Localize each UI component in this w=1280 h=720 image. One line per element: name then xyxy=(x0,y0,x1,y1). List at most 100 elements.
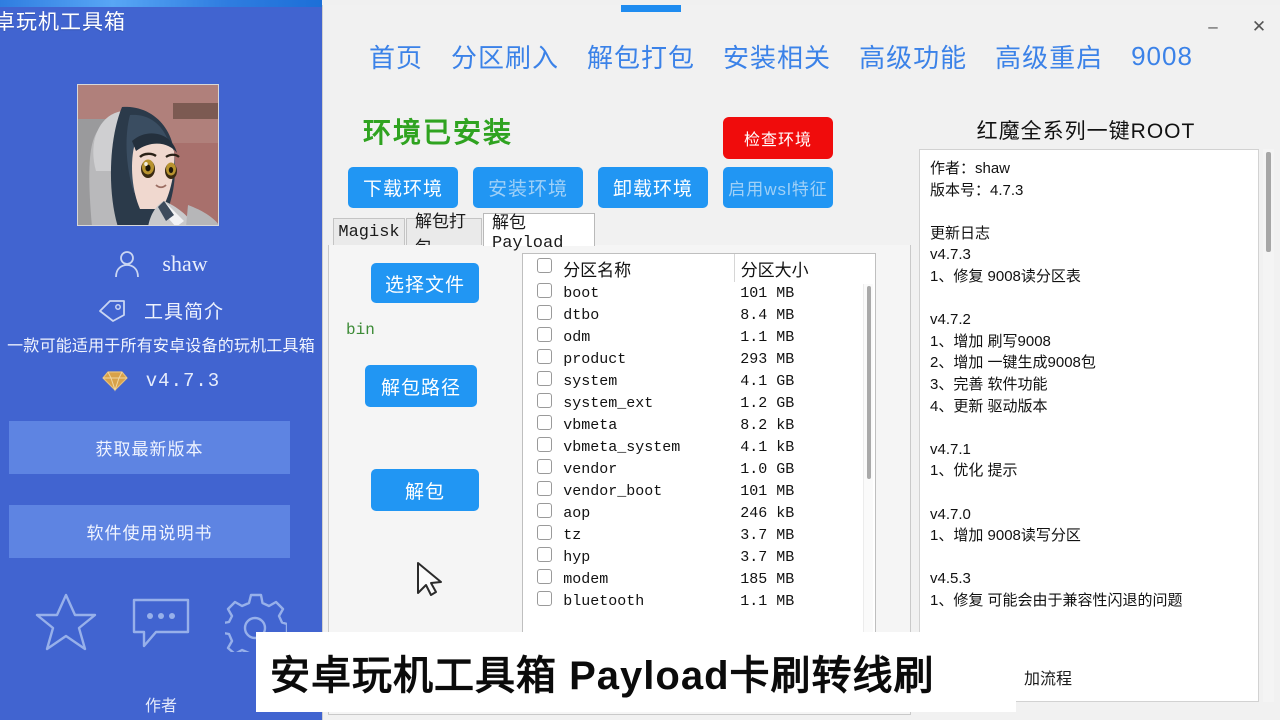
row-checkbox-cell xyxy=(523,304,557,326)
table-row[interactable]: system_ext 1.2 GB xyxy=(523,392,875,414)
table-row[interactable]: vendor 1.0 GB xyxy=(523,458,875,480)
background-partial-text: 加流程 xyxy=(1024,671,1073,688)
partition-name-cell: hyp xyxy=(563,548,591,566)
partition-name-cell: tz xyxy=(563,526,582,544)
partition-size-cell: 185 MB xyxy=(740,570,795,588)
partition-checkbox[interactable] xyxy=(537,547,552,562)
tab-bar: Magisk 解包打包 解包Payload xyxy=(328,213,911,259)
row-checkbox-cell xyxy=(523,348,557,370)
partition-checkbox[interactable] xyxy=(537,371,552,386)
unpack-button[interactable]: 解包 xyxy=(371,469,479,511)
row-checkbox-cell xyxy=(523,568,557,590)
select-all-checkbox[interactable] xyxy=(537,258,552,273)
selected-file-label: bin xyxy=(346,321,375,339)
partition-table-scroll-thumb[interactable] xyxy=(867,286,871,479)
partition-checkbox[interactable] xyxy=(537,327,552,342)
partition-name-cell: vbmeta_system xyxy=(563,438,681,456)
chat-icon[interactable] xyxy=(130,594,192,650)
partition-checkbox[interactable] xyxy=(537,569,552,584)
sidebar-version-label: v4.7.3 xyxy=(145,370,221,392)
partition-checkbox[interactable] xyxy=(537,459,552,474)
info-panel: 红魔全系列一键ROOT 作者：shaw 版本号：4.7.3 更新日志 v4.7.… xyxy=(911,87,1280,720)
install-environment-button: 安装环境 xyxy=(473,167,583,208)
row-checkbox-cell xyxy=(523,524,557,546)
nav-item-9008[interactable]: 9008 xyxy=(1117,41,1207,72)
get-latest-version-button[interactable]: 获取最新版本 xyxy=(9,421,290,474)
table-row[interactable]: hyp 3.7 MB xyxy=(523,546,875,568)
check-environment-button[interactable]: 检查环境 xyxy=(723,117,833,159)
partition-size-cell: 101 MB xyxy=(740,482,795,500)
row-checkbox-cell xyxy=(523,392,557,414)
table-row[interactable]: boot 101 MB xyxy=(523,282,875,304)
changelog-scroll-thumb[interactable] xyxy=(1266,152,1271,252)
partition-size-cell: 8.4 MB xyxy=(740,306,795,324)
partition-checkbox[interactable] xyxy=(537,283,552,298)
sidebar-user: shaw xyxy=(0,250,322,278)
partition-table-body: boot 101 MB dtbo 8.4 MB odm 1.1 MB product 293 … xyxy=(523,282,875,612)
partition-checkbox[interactable] xyxy=(537,305,552,320)
partition-size-cell: 1.1 MB xyxy=(740,328,795,346)
table-row[interactable]: vbmeta_system 4.1 kB xyxy=(523,436,875,458)
tab-unpack-pack[interactable]: 解包打包 xyxy=(406,214,482,259)
nav-item-install[interactable]: 安装相关 xyxy=(709,38,845,75)
tab-magisk[interactable]: Magisk xyxy=(333,218,405,246)
select-all-cell xyxy=(523,254,557,282)
partition-checkbox[interactable] xyxy=(537,503,552,518)
partition-name-cell: modem xyxy=(563,570,609,588)
select-file-button[interactable]: 选择文件 xyxy=(371,263,479,303)
table-row[interactable]: product 293 MB xyxy=(523,348,875,370)
partition-checkbox[interactable] xyxy=(537,481,552,496)
partition-name-cell: system xyxy=(563,372,618,390)
partition-checkbox[interactable] xyxy=(537,437,552,452)
nav-item-advanced-reboot[interactable]: 高级重启 xyxy=(981,38,1117,75)
nav-item-flash-partition[interactable]: 分区刷入 xyxy=(437,38,573,75)
star-icon[interactable] xyxy=(35,592,97,652)
environment-status-text: 环境已安装 xyxy=(363,117,514,148)
partition-size-cell: 4.1 GB xyxy=(740,372,795,390)
main-window: – ✕ 首页 分区刷入 解包打包 安装相关 高级功能 高级重启 9008 环境已… xyxy=(322,5,1280,720)
table-row[interactable]: odm 1.1 MB xyxy=(523,326,875,348)
avatar xyxy=(77,84,219,226)
changelog-text: 作者：shaw 版本号：4.7.3 更新日志 v4.7.3 1、修复 9008读… xyxy=(919,149,1259,702)
nav-item-home[interactable]: 首页 xyxy=(355,38,437,75)
partition-size-cell: 1.0 GB xyxy=(740,460,795,478)
table-row[interactable]: system 4.1 GB xyxy=(523,370,875,392)
caption-text: 安卓玩机工具箱 Payload卡刷转线刷 xyxy=(270,654,935,698)
user-icon xyxy=(115,251,140,278)
partition-checkbox[interactable] xyxy=(537,525,552,540)
partition-name-cell: odm xyxy=(563,328,591,346)
uninstall-environment-button[interactable]: 卸载环境 xyxy=(598,167,708,208)
partition-checkbox[interactable] xyxy=(537,415,552,430)
partition-checkbox[interactable] xyxy=(537,393,552,408)
download-environment-button[interactable]: 下载环境 xyxy=(348,167,458,208)
partition-size-cell: 1.2 GB xyxy=(740,394,795,412)
row-checkbox-cell xyxy=(523,282,557,304)
table-row[interactable]: vendor_boot 101 MB xyxy=(523,480,875,502)
partition-size-cell: 1.1 MB xyxy=(740,592,795,610)
partition-size-cell: 3.7 MB xyxy=(740,548,795,566)
user-manual-button[interactable]: 软件使用说明书 xyxy=(9,505,290,558)
nav-item-advanced[interactable]: 高级功能 xyxy=(845,38,981,75)
row-checkbox-cell xyxy=(523,480,557,502)
avatar-artwork xyxy=(78,85,218,225)
partition-name-cell: aop xyxy=(563,504,591,522)
partition-checkbox[interactable] xyxy=(537,349,552,364)
tab-unpack-payload[interactable]: 解包Payload xyxy=(483,213,595,253)
table-row[interactable]: aop 246 kB xyxy=(523,502,875,524)
partition-checkbox[interactable] xyxy=(537,591,552,606)
mouse-cursor-icon xyxy=(417,562,442,596)
table-row[interactable]: vbmeta 8.2 kB xyxy=(523,414,875,436)
table-row[interactable]: bluetooth 1.1 MB xyxy=(523,590,875,612)
row-checkbox-cell xyxy=(523,458,557,480)
table-row[interactable]: modem 185 MB xyxy=(523,568,875,590)
table-row[interactable]: dtbo 8.4 MB xyxy=(523,304,875,326)
changelog-scrollbar[interactable] xyxy=(1263,149,1274,702)
app-root: 卓玩机工具箱 shaw 工具简介 一款可能适用于所有安卓设备的玩机工具箱 v4.… xyxy=(0,0,1280,720)
unpack-path-button[interactable]: 解包路径 xyxy=(365,365,477,407)
table-row[interactable]: tz 3.7 MB xyxy=(523,524,875,546)
nav-item-unpack-pack[interactable]: 解包打包 xyxy=(573,38,709,75)
info-panel-title: 红魔全系列一键ROOT xyxy=(976,120,1196,143)
partition-table-head: 分区名称 分区大小 xyxy=(523,254,875,282)
sidebar-intro-label: 工具简介 xyxy=(143,302,224,323)
window-accent-bar xyxy=(621,5,681,12)
